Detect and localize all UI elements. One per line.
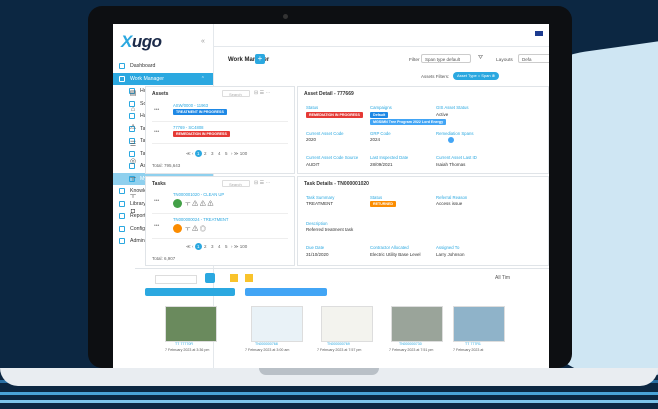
assets-search[interactable]: Search <box>222 90 250 97</box>
document-icon[interactable]: ▤ <box>128 89 138 106</box>
all-time-label[interactable]: All Tim <box>495 275 510 281</box>
filter-chips[interactable] <box>245 288 327 296</box>
asset-row[interactable]: ••• ASW/0000 - 11963 TREATMENT IN PROGRE… <box>152 101 288 122</box>
laptop-notch <box>259 368 379 375</box>
sidebar-item-dashboard[interactable]: Dashboard <box>113 60 213 73</box>
layouts-select[interactable]: Defa <box>518 54 549 63</box>
filter-icon[interactable]: ⛛ <box>478 55 483 62</box>
photo-thumbnail[interactable] <box>453 306 505 342</box>
task-id[interactable]: TN000000024 - TREATMENT <box>173 217 228 222</box>
collapse-icon[interactable]: « <box>201 38 205 45</box>
photo-thumbnail[interactable] <box>251 306 303 342</box>
flag-icon[interactable] <box>535 31 543 36</box>
asset-id[interactable]: 77769 - SC4808 <box>173 125 204 130</box>
campaign-chip: Default <box>370 112 389 118</box>
status-badge: REMEDIATION IN PROGRESS <box>173 131 230 137</box>
sidebar-item-label: Dashboard <box>130 63 156 70</box>
photo-thumbnail[interactable] <box>391 306 443 342</box>
asset-detail-panel: Asset Detail - 777669 Status REMEDIATION… <box>297 86 549 174</box>
task-row[interactable]: ••• TN000000024 - TREATMENT ㅜ ⚠ ◎ <box>152 215 288 239</box>
task-id[interactable]: TN000001020 - CLEAN UP <box>173 192 224 197</box>
photo-thumbnail[interactable] <box>321 306 373 342</box>
status-badge: REMEDIATION IN PROGRESS <box>306 112 363 118</box>
status-badge: RETURNED <box>370 201 396 207</box>
task-detail-title: Task Details - TN000001020 <box>304 181 369 187</box>
sidebar-item-work-manager[interactable]: Work Manager ⌃ <box>113 72 213 85</box>
chevron-icon[interactable]: ⌃ <box>201 76 205 82</box>
assets-tools[interactable]: ⊟ ☰ ⋯ <box>254 90 270 96</box>
camera-icon[interactable]: ◘ <box>128 208 138 225</box>
nav-icon <box>119 63 125 70</box>
photo-icon[interactable] <box>205 273 215 283</box>
assets-total: Total: 795,643 <box>152 163 181 168</box>
page-header: Work Manager + Filter Span type default … <box>213 47 549 77</box>
filter-select[interactable]: Span type default <box>421 54 471 63</box>
background-stripe <box>0 400 658 403</box>
nav-icon <box>119 238 125 245</box>
nav-icon <box>119 188 125 195</box>
tasks-total: Total: 6,907 <box>152 256 176 261</box>
gallery-toolbar: All Tim <box>135 268 549 303</box>
task-icons: ㅜ ⚠ ◎ <box>185 227 206 233</box>
status-badge: TREATMENT IN PROGRESS <box>173 109 227 115</box>
filter-chip-icon[interactable] <box>230 274 238 282</box>
location-icon[interactable]: ◎ <box>128 157 138 174</box>
assets-pagination[interactable]: ≪ ‹ 12345 › ≫ 100 <box>186 150 247 157</box>
layouts-label: Layouts <box>496 58 513 63</box>
asset-filters-label: Assets Filters: <box>421 74 450 79</box>
toggle-icon[interactable] <box>448 137 454 143</box>
asset-row[interactable]: ••• 77769 - SC4808 REMEDIATION IN PROGRE… <box>152 123 288 144</box>
campaign-chip: MGS/MN Tree Program 2022 Lord Energy <box>370 119 447 125</box>
tasks-panel: Tasks Search ⊟ ☰ ⋯ ••• TN000001020 - CLE… <box>145 176 295 266</box>
list-icon[interactable]: ☰ <box>128 140 138 157</box>
background-stripe <box>0 392 658 395</box>
asset-detail-title: Asset Detail - 777669 <box>304 91 354 97</box>
sidebar-item-label: Work Manager <box>130 75 164 82</box>
add-button[interactable]: + <box>255 54 265 64</box>
task-icons: ㅜ ⚠ ⚠ ⚠ <box>185 202 214 208</box>
more-icon[interactable]: ••• <box>154 107 159 113</box>
laptop-screen: Xugo « DashboardWork Manager⌃HomeSchedul… <box>113 24 549 369</box>
tree-icon[interactable]: ㅜ <box>128 191 138 208</box>
hat-icon[interactable]: ⌂ <box>128 106 138 123</box>
filter-label: Filter <box>409 58 420 63</box>
assets-title: Assets <box>152 91 169 97</box>
status-dot-icon <box>173 199 182 208</box>
nav-icon <box>119 75 125 82</box>
camera-icon <box>283 14 288 19</box>
top-bar <box>213 24 549 47</box>
tasks-search[interactable]: Search <box>222 180 250 187</box>
asset-filter-chip[interactable]: Asset Type = Span ⊗ <box>453 72 500 80</box>
tree-icon[interactable]: ㅜ <box>128 174 138 191</box>
asset-id[interactable]: ASW/0000 - 11963 <box>173 103 208 108</box>
more-icon[interactable]: ••• <box>154 198 159 204</box>
nav-icon <box>119 213 125 220</box>
status-dot-icon <box>173 224 182 233</box>
nav-icon <box>119 225 125 232</box>
warning-icon[interactable]: ⚠ <box>128 123 138 140</box>
more-icon[interactable]: ••• <box>154 223 159 229</box>
tasks-tools[interactable]: ⊟ ☰ ⋯ <box>254 180 270 186</box>
filter-chips[interactable] <box>145 288 235 296</box>
nav-icon <box>119 200 125 207</box>
assets-panel: Assets Search ⊟ ☰ ⋯ ••• ASW/0000 - 11963… <box>145 86 295 174</box>
task-row[interactable]: ••• TN000001020 - CLEAN UP ㅜ ⚠ ⚠ ⚠ <box>152 190 288 214</box>
logo: Xugo <box>121 32 162 51</box>
tasks-title: Tasks <box>152 181 166 187</box>
task-detail-panel: Task Details - TN000001020 Task Summary … <box>297 176 549 266</box>
filter-chip-icon[interactable] <box>245 274 253 282</box>
more-icon[interactable]: ••• <box>154 129 159 135</box>
panel-side-toolbar: ▤ ⌂ ⚠ ☰ ◎ ㅜ ㅜ ◘ <box>128 89 138 225</box>
tasks-pagination[interactable]: ≪ ‹ 12345 › ≫ 100 <box>186 243 247 250</box>
gallery-search[interactable] <box>155 275 197 284</box>
photo-thumbnail[interactable] <box>165 306 217 342</box>
